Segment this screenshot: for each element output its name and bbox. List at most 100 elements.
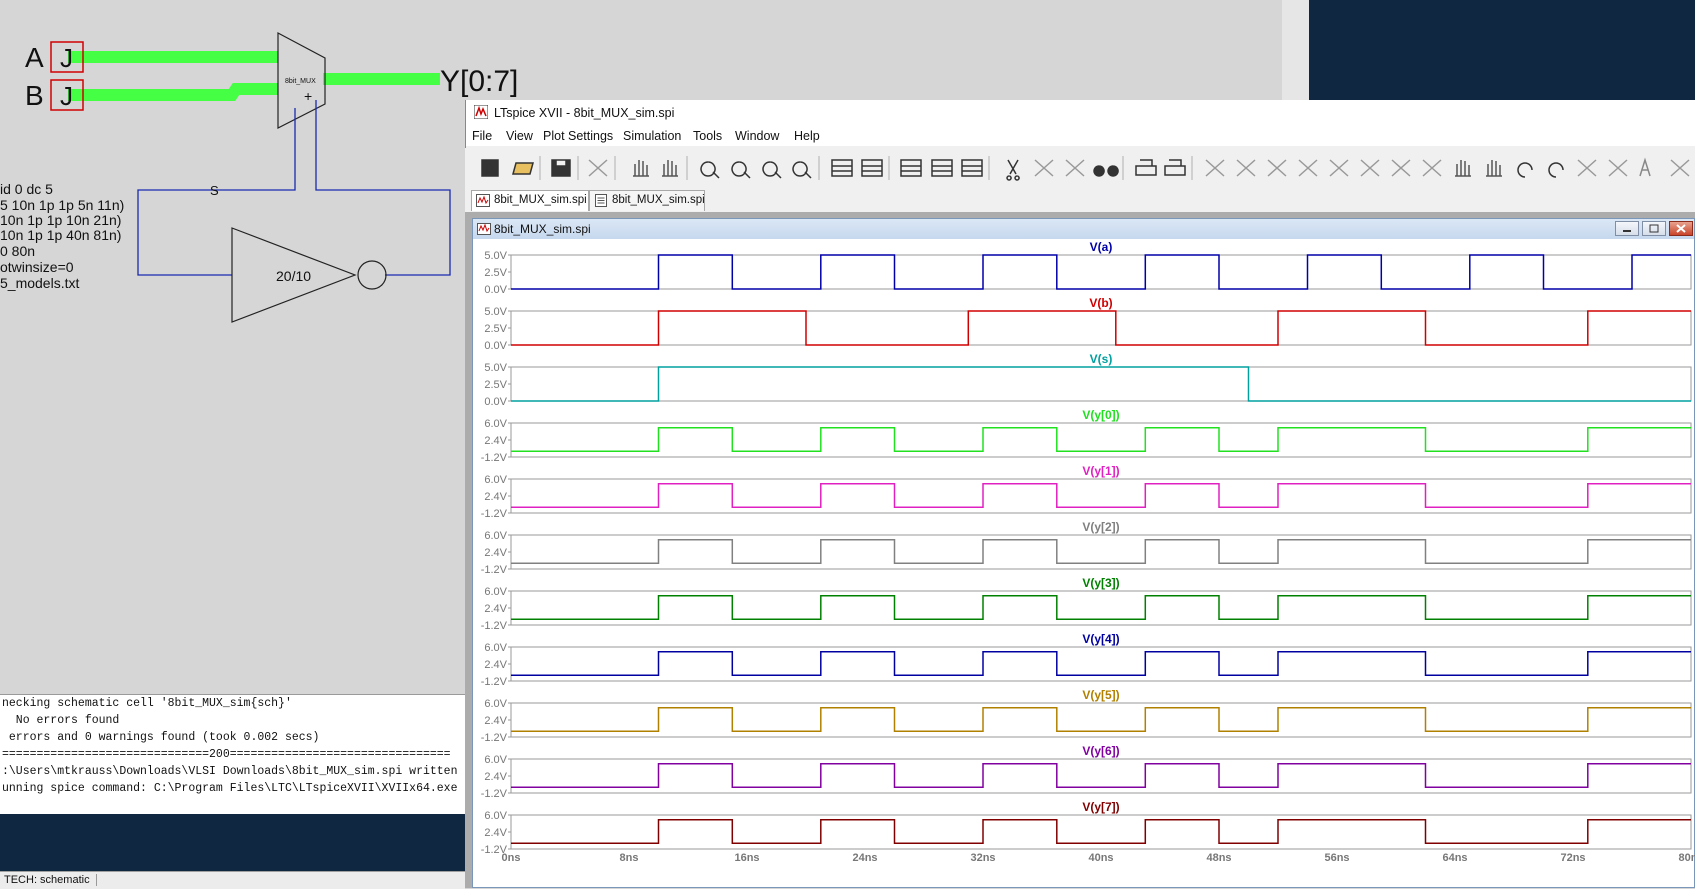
zoom-in-icon[interactable] bbox=[699, 157, 721, 179]
trace-label[interactable]: V(a) bbox=[1090, 240, 1113, 254]
x-tick-label: 56ns bbox=[1324, 852, 1349, 864]
y-tick-label: 2.4V bbox=[484, 659, 507, 671]
menu-window[interactable]: Window bbox=[735, 129, 779, 143]
trace-label[interactable]: V(y[0]) bbox=[1082, 408, 1119, 422]
trace-label[interactable]: V(y[6]) bbox=[1082, 744, 1119, 758]
pan-icon[interactable] bbox=[659, 157, 681, 179]
trace-label[interactable]: V(b) bbox=[1089, 296, 1112, 310]
rotate-icon[interactable] bbox=[1576, 157, 1598, 179]
drag-icon[interactable] bbox=[1483, 157, 1505, 179]
trace-label[interactable]: V(y[4]) bbox=[1082, 632, 1119, 646]
halt-icon[interactable] bbox=[630, 157, 652, 179]
label-icon[interactable] bbox=[1266, 157, 1288, 179]
plot-window[interactable]: 8bit_MUX_sim.spi V(a) 5.0V 2.5V 0.0V V(b) 5.0… bbox=[472, 218, 1695, 888]
trace-label[interactable]: V(s) bbox=[1090, 352, 1113, 366]
plot-pane[interactable]: V(y[7])6.0V2.4V-1.2V bbox=[481, 800, 1692, 856]
spice-directives[interactable]: id 0 dc 5 5 10n 1p 1p 5n 11n) 10n 1p 1p … bbox=[0, 181, 124, 291]
tile-vertical-icon[interactable] bbox=[961, 157, 983, 179]
undo-icon[interactable] bbox=[1514, 157, 1536, 179]
plot-pane[interactable]: V(s) 5.0V 2.5V 0.0V bbox=[484, 352, 1692, 408]
mirror-icon[interactable] bbox=[1607, 157, 1629, 179]
diode-icon[interactable] bbox=[1390, 157, 1412, 179]
menu-file[interactable]: File bbox=[472, 129, 492, 143]
zoom-out-icon[interactable] bbox=[761, 157, 783, 179]
plot-window-titlebar[interactable]: 8bit_MUX_sim.spi bbox=[473, 219, 1694, 239]
run-icon[interactable] bbox=[479, 157, 501, 179]
resistor-icon[interactable] bbox=[1297, 157, 1319, 179]
tile-horizontal-icon[interactable] bbox=[900, 157, 922, 179]
tab-netlist[interactable]: 8bit_MUX_sim.spi bbox=[589, 190, 705, 211]
plot-pane[interactable]: V(y[2]) 6.0V 2.4V -1.2V bbox=[481, 520, 1692, 576]
trace-label[interactable]: V(y[2]) bbox=[1082, 520, 1119, 534]
y-tick-label: 0.0V bbox=[484, 284, 507, 296]
x-tick-label: 0ns bbox=[502, 852, 521, 864]
window-titlebar[interactable]: LTspice XVII - 8bit_MUX_sim.spi bbox=[466, 100, 1695, 126]
paste-icon[interactable] bbox=[1064, 157, 1086, 179]
redo-icon[interactable] bbox=[1545, 157, 1567, 179]
autorange-icon[interactable] bbox=[831, 157, 853, 179]
waveform-file-icon bbox=[476, 194, 490, 207]
control-panel-icon[interactable] bbox=[587, 157, 609, 179]
port-a-symbol: J bbox=[60, 43, 73, 73]
save-icon[interactable] bbox=[550, 157, 572, 179]
y-tick-label: 6.0V bbox=[484, 810, 507, 822]
close-button[interactable] bbox=[1669, 221, 1693, 236]
plot-pane[interactable]: V(y[4]) 6.0V 2.4V -1.2V bbox=[481, 632, 1692, 688]
menu-plot-settings[interactable]: Plot Settings bbox=[543, 129, 613, 143]
console-output[interactable]: necking schematic cell '8bit_MUX_sim{sch… bbox=[0, 694, 465, 815]
select-bar-wire[interactable] bbox=[315, 100, 451, 276]
component-icon[interactable] bbox=[1421, 157, 1443, 179]
y-tick-label: 0.0V bbox=[484, 396, 507, 408]
trace-line bbox=[511, 254, 1691, 290]
plot-frame bbox=[510, 366, 1692, 402]
menu-view[interactable]: View bbox=[506, 129, 533, 143]
trace-label[interactable]: V(y[3]) bbox=[1082, 576, 1119, 590]
minimize-button[interactable] bbox=[1615, 221, 1639, 236]
print-setup-icon[interactable] bbox=[1164, 157, 1186, 179]
plot-pane[interactable]: V(y[6]) 6.0V 2.4V -1.2V bbox=[481, 744, 1692, 800]
plot-pane[interactable]: V(y[3]) 6.0V 2.4V -1.2V bbox=[481, 576, 1692, 632]
find-icon[interactable] bbox=[1093, 157, 1119, 179]
y-tick-label: -1.2V bbox=[481, 564, 508, 576]
y-tick-label: 5.0V bbox=[484, 306, 507, 318]
move-icon[interactable] bbox=[1452, 157, 1474, 179]
plot-pane[interactable]: V(a) 5.0V 2.5V 0.0V bbox=[484, 240, 1692, 296]
trace-label[interactable]: V(y[5]) bbox=[1082, 688, 1119, 702]
bus-wire-b[interactable] bbox=[68, 83, 278, 101]
tab-label: 8bit_MUX_sim.spi bbox=[494, 194, 587, 206]
zoom-cancel-icon[interactable] bbox=[791, 157, 813, 179]
plot-pane-icon[interactable] bbox=[861, 157, 883, 179]
copy-icon[interactable] bbox=[1033, 157, 1055, 179]
inductor-icon[interactable] bbox=[1359, 157, 1381, 179]
zoom-full-icon[interactable] bbox=[730, 157, 752, 179]
y-tick-label: -1.2V bbox=[481, 732, 508, 744]
plot-pane[interactable]: V(y[5]) 6.0V 2.4V -1.2V bbox=[481, 688, 1692, 744]
capacitor-icon[interactable] bbox=[1328, 157, 1350, 179]
port-b-label: B bbox=[25, 80, 44, 111]
open-icon-glyph bbox=[512, 162, 534, 175]
plot-pane[interactable]: V(y[0]) 6.0V 2.4V -1.2V bbox=[481, 408, 1692, 464]
trace-label[interactable]: V(y[7]) bbox=[1082, 800, 1119, 814]
port-b-symbol: J bbox=[60, 81, 73, 111]
wire-icon[interactable] bbox=[1204, 157, 1226, 179]
y-tick-label: 2.4V bbox=[484, 435, 507, 447]
text-icon[interactable] bbox=[1638, 157, 1660, 179]
maximize-button[interactable] bbox=[1642, 221, 1666, 236]
print-icon[interactable] bbox=[1135, 157, 1157, 179]
plot-pane[interactable]: V(b) 5.0V 2.5V 0.0V bbox=[484, 296, 1692, 352]
plot-pane[interactable]: V(y[1]) 6.0V 2.4V -1.2V bbox=[481, 464, 1692, 520]
y-tick-label: 2.4V bbox=[484, 715, 507, 727]
open-icon[interactable] bbox=[512, 157, 534, 179]
waveform-plot[interactable]: V(a) 5.0V 2.5V 0.0V V(b) 5.0V 2.5V 0.0V V(s) 5.0V… bbox=[473, 239, 1695, 887]
cascade-icon[interactable] bbox=[931, 157, 953, 179]
plot-frame bbox=[510, 310, 1692, 346]
y-tick-label: 6.0V bbox=[484, 530, 507, 542]
menu-simulation[interactable]: Simulation bbox=[623, 129, 681, 143]
spice-directive-icon[interactable] bbox=[1669, 157, 1691, 179]
menu-help[interactable]: Help bbox=[794, 129, 820, 143]
trace-label[interactable]: V(y[1]) bbox=[1082, 464, 1119, 478]
menu-tools[interactable]: Tools bbox=[693, 129, 722, 143]
ground-icon[interactable] bbox=[1235, 157, 1257, 179]
tab-waveform[interactable]: 8bit_MUX_sim.spi bbox=[471, 190, 589, 211]
cut-icon[interactable] bbox=[1002, 157, 1024, 181]
